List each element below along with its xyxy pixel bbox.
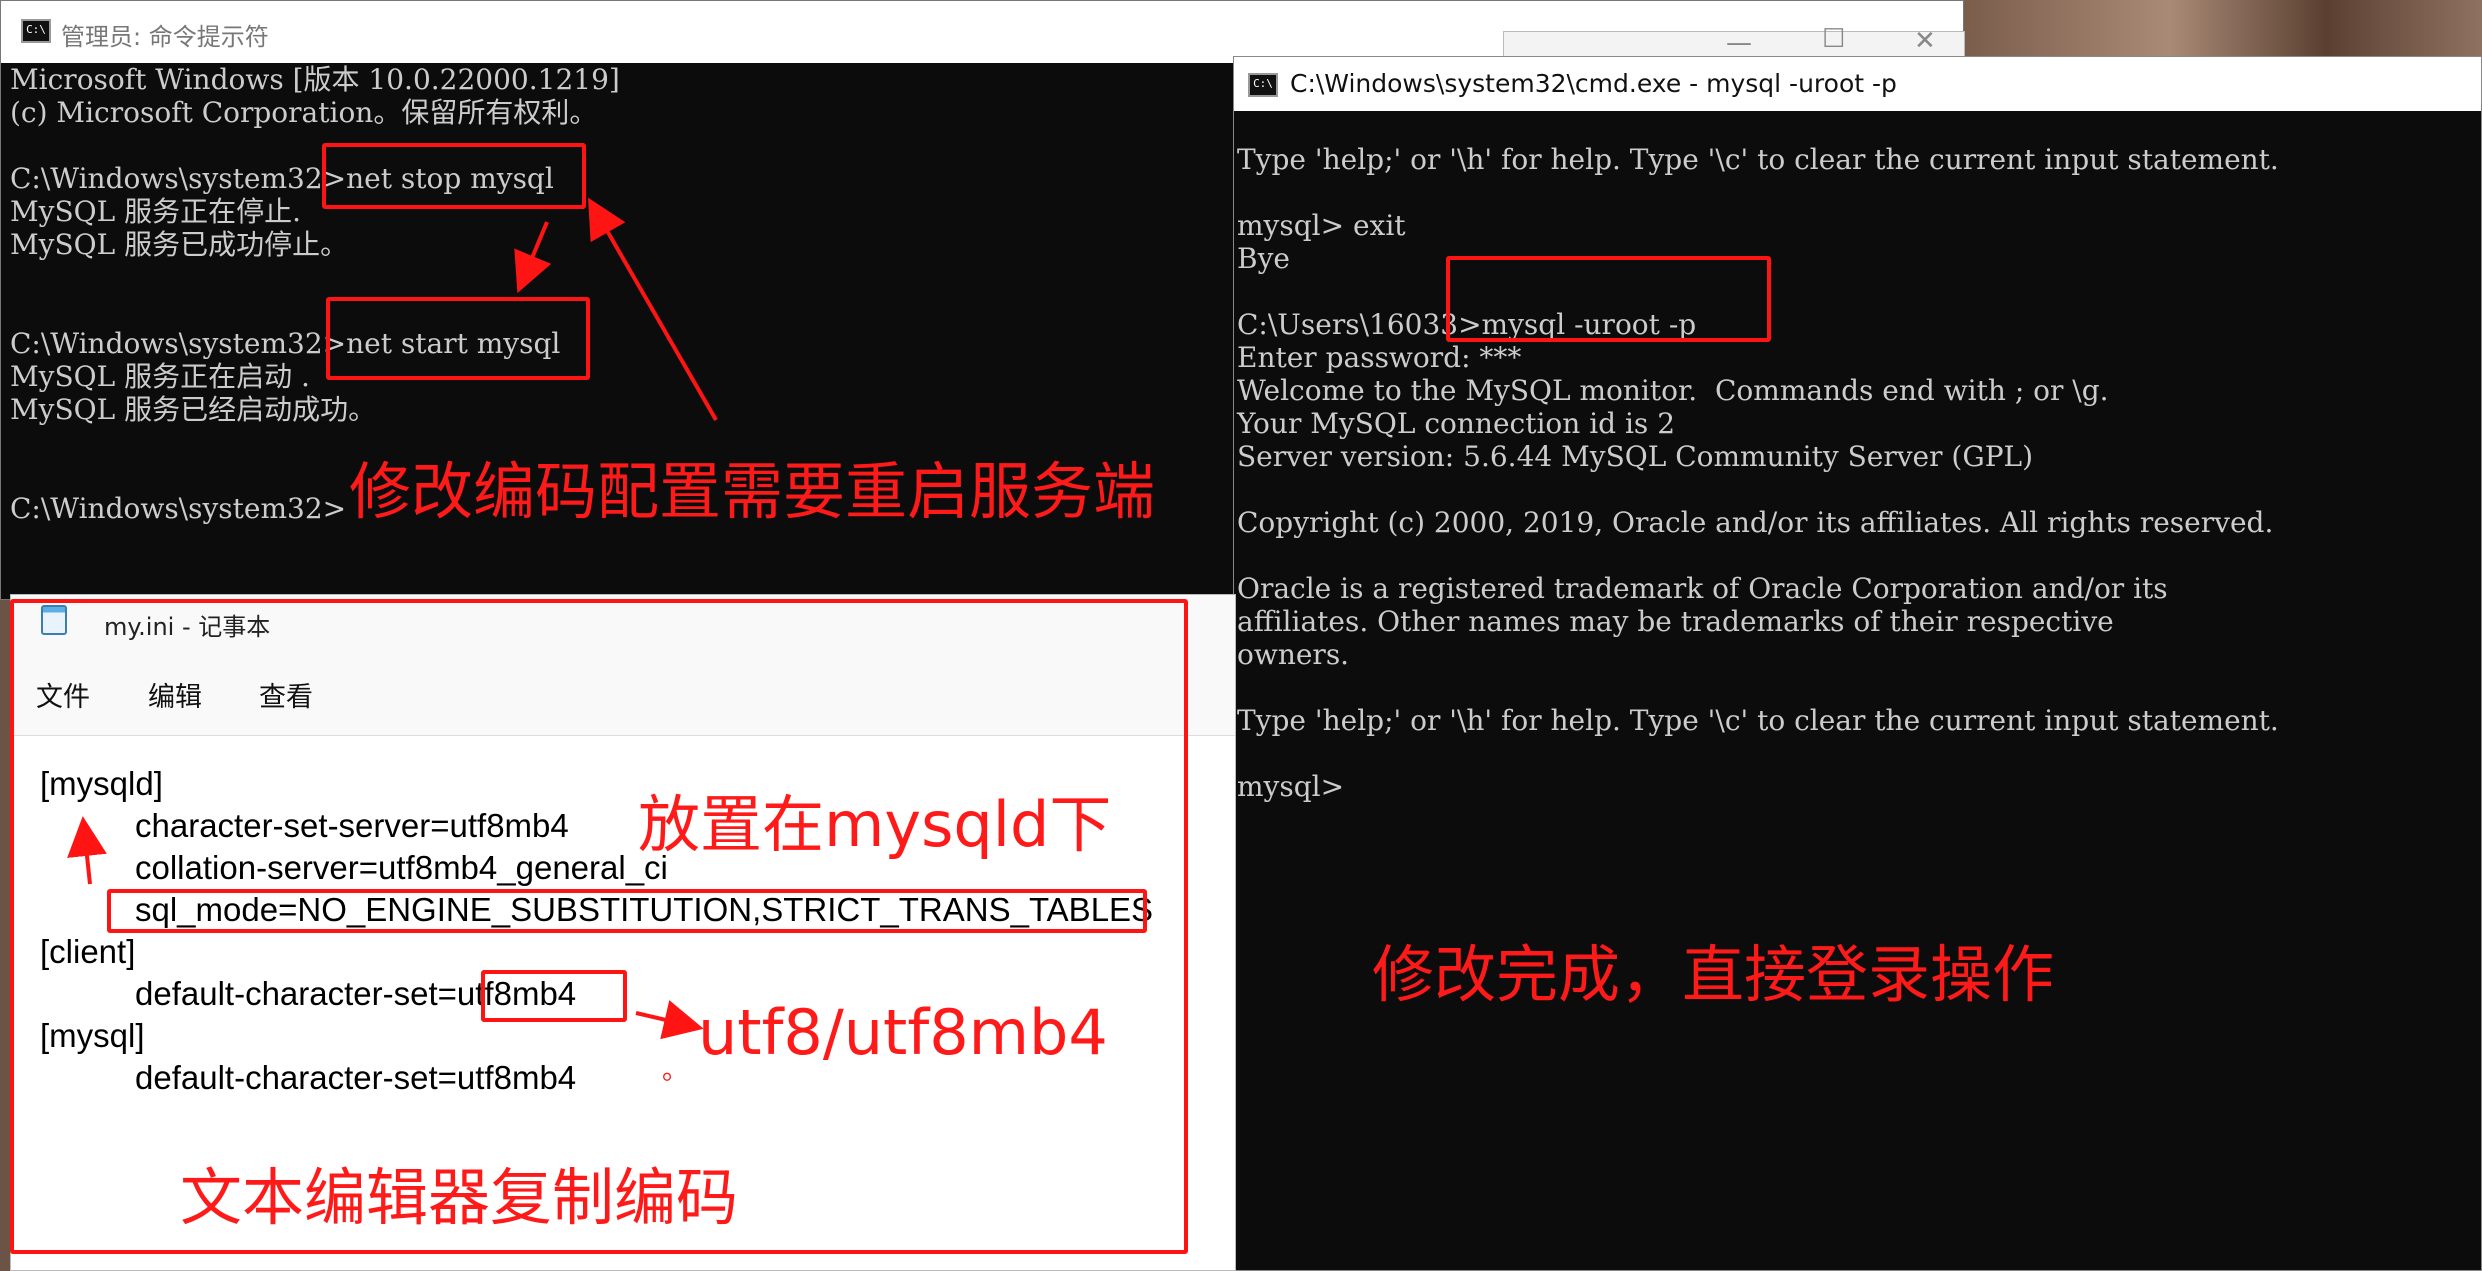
arrow-note-to-stop bbox=[588, 197, 718, 421]
placement-note: 放置在mysqld下 bbox=[638, 788, 1112, 861]
arrow-to-charset-note bbox=[635, 1000, 704, 1040]
arrow-to-mysqld bbox=[67, 816, 107, 885]
copy-note: 文本编辑器复制编码 bbox=[180, 1161, 739, 1234]
annotation-arrows bbox=[67, 197, 718, 1040]
login-note: 修改完成，直接登录操作 bbox=[1372, 938, 2055, 1011]
charset-note: utf8/utf8mb4 bbox=[698, 996, 1108, 1069]
restart-note: 修改编码配置需要重启服务端 bbox=[349, 455, 1156, 528]
arrow-stop-to-start bbox=[514, 221, 552, 294]
